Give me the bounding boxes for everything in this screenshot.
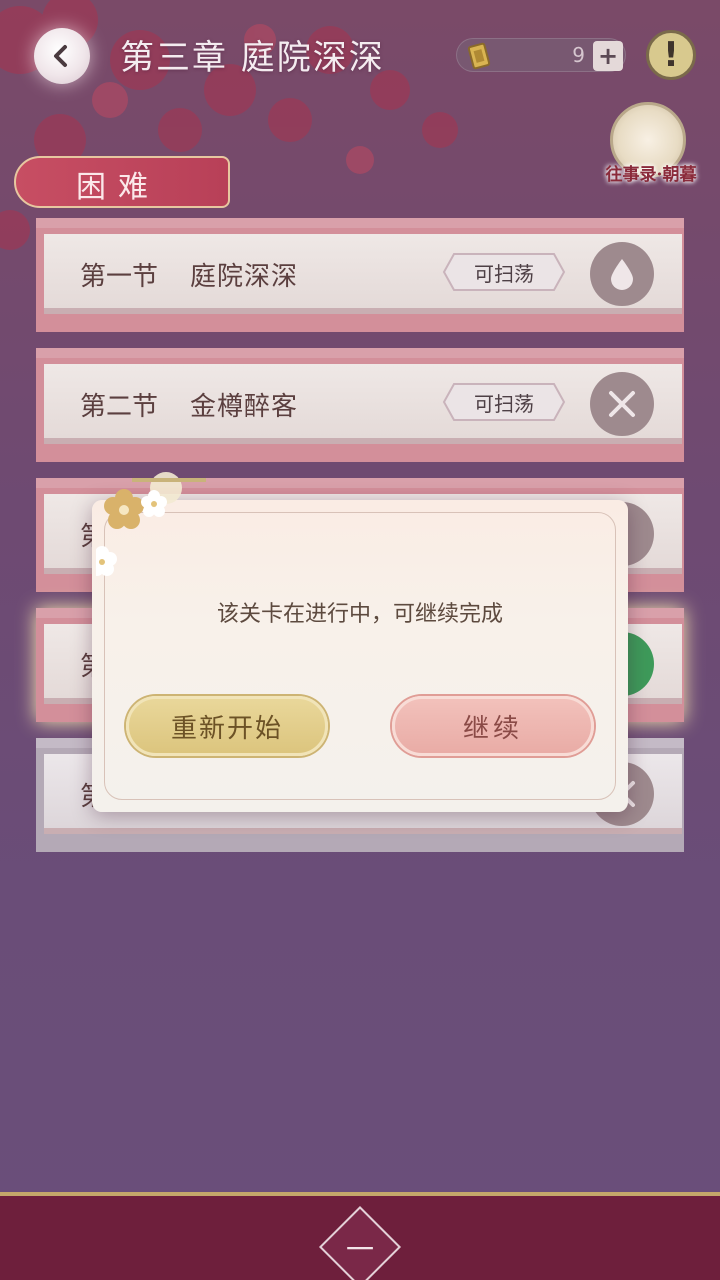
- sweep-label: 可扫荡: [474, 392, 534, 416]
- stage-name: 金樽醉客: [190, 392, 299, 422]
- stage-number: 第一节: [80, 262, 159, 292]
- stage-number: 第二节: [80, 392, 159, 422]
- dialog-message: 该关卡在进行中，可继续完成: [216, 602, 503, 627]
- sweep-badge[interactable]: 可扫荡: [442, 252, 566, 292]
- stage-item[interactable]: 第一节 庭院深深 可扫荡: [36, 218, 684, 332]
- chapter-label: 一: [345, 1233, 374, 1266]
- water-drop-icon: [590, 242, 654, 306]
- continue-button[interactable]: 继续: [392, 696, 594, 756]
- sweep-label: 可扫荡: [474, 262, 534, 286]
- stage-item[interactable]: 第二节 金樽醉客 可扫荡: [36, 348, 684, 462]
- stage-name: 庭院深深: [190, 262, 299, 292]
- flower-decoration: [96, 472, 206, 576]
- restart-button[interactable]: 重新开始: [126, 696, 328, 756]
- sweep-badge[interactable]: 可扫荡: [442, 382, 566, 422]
- crossed-swords-icon: [590, 372, 654, 436]
